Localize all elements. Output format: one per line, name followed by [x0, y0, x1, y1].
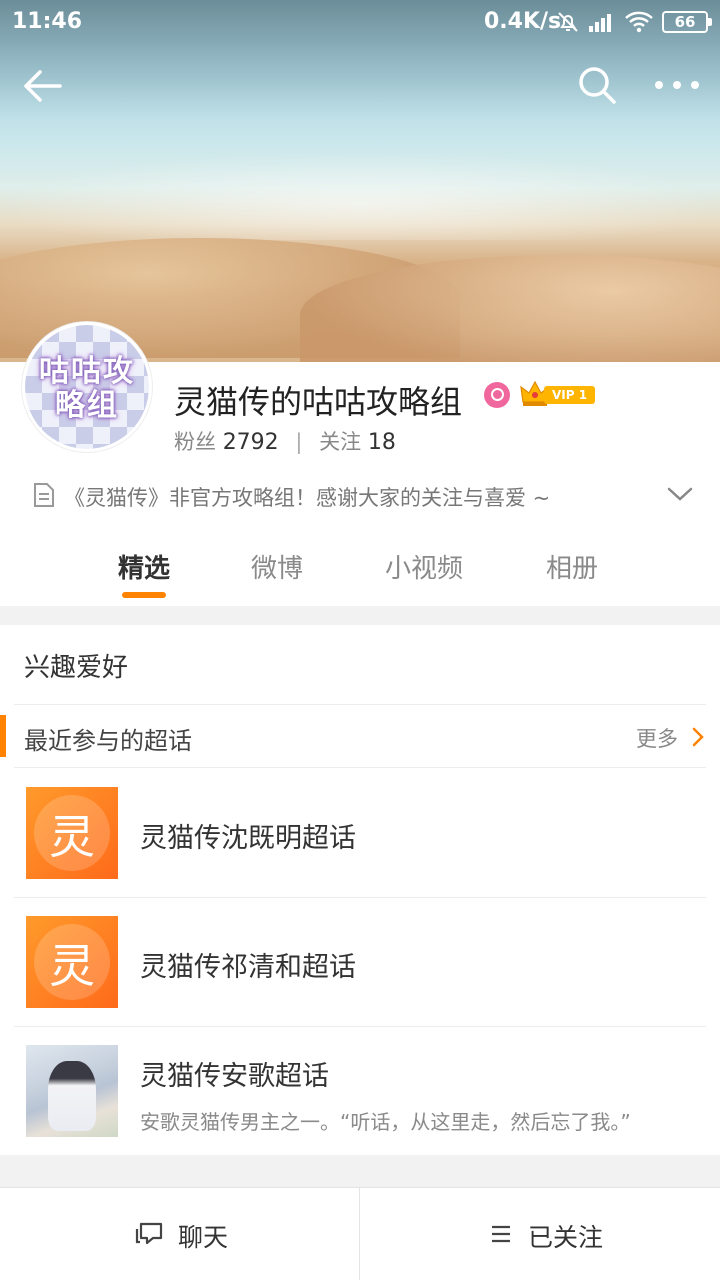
document-icon	[34, 483, 54, 507]
cover-sea	[0, 150, 720, 240]
profile-tabs: 精选 微博 小视频 相册	[0, 540, 720, 606]
topic-thumbnail: 灵	[26, 916, 118, 1008]
chat-label: 聊天	[178, 1223, 229, 1252]
tab-short-video[interactable]: 小视频	[385, 548, 463, 585]
section-title: 兴趣爱好	[24, 653, 129, 683]
signal-icon	[589, 14, 611, 32]
avatar[interactable]: 咕咕攻略组	[22, 322, 152, 452]
status-time: 11:46	[12, 9, 83, 34]
profile-stats: 粉丝 2792 | 关注 18	[174, 426, 396, 456]
thumbnail-char: 灵	[49, 810, 95, 864]
menu-icon	[492, 1225, 510, 1243]
chat-button[interactable]: 聊天	[0, 1188, 359, 1280]
fans-label: 粉丝	[174, 430, 216, 454]
cover-image	[0, 0, 720, 362]
super-topics-header[interactable]: 最近参与的超话 更多	[0, 705, 720, 767]
list-item[interactable]: 灵 灵猫传祁清和超话	[0, 897, 720, 1027]
topic-title: 灵猫传安歌超话	[140, 1061, 329, 1092]
profile-name: 灵猫传的咕咕攻略组	[174, 383, 463, 421]
battery-level: 66	[674, 13, 696, 31]
wifi-icon	[625, 11, 653, 33]
status-bar: 11:46 0.4K/s 66	[0, 0, 720, 44]
more-options-icon[interactable]	[654, 74, 700, 96]
back-arrow-icon[interactable]	[20, 64, 64, 108]
avatar-image: 咕咕攻略组	[25, 325, 149, 449]
following-label: 已关注	[528, 1223, 604, 1252]
fans-count[interactable]: 2792	[223, 430, 279, 455]
chat-icon	[135, 1222, 163, 1245]
chevron-right-icon[interactable]	[690, 727, 706, 747]
mute-bell-icon	[558, 12, 578, 32]
thumbnail-char: 灵	[49, 939, 95, 993]
list-item[interactable]: 灵猫传安歌超话 安歌灵猫传男主之一。“听话，从这里走，然后忘了我。”	[0, 1026, 720, 1156]
profile-bio: 《灵猫传》非官方攻略组！感谢大家的关注与喜爱 ~	[64, 486, 551, 510]
tab-album[interactable]: 相册	[546, 548, 598, 585]
list-item[interactable]: 灵 灵猫传沈既明超话	[0, 768, 720, 898]
super-topics-title: 最近参与的超话	[24, 727, 192, 755]
search-icon[interactable]	[576, 64, 618, 106]
accent-bar	[0, 715, 6, 757]
topic-description: 安歌灵猫传男主之一。“听话，从这里走，然后忘了我。”	[140, 1110, 631, 1134]
topic-thumbnail	[26, 1045, 118, 1137]
following-label: 关注	[319, 430, 362, 454]
active-tab-indicator	[122, 592, 166, 598]
stats-separator: |	[295, 430, 303, 454]
following-button[interactable]: 已关注	[360, 1188, 719, 1280]
tab-weibo[interactable]: 微博	[251, 548, 303, 585]
following-count[interactable]: 18	[368, 430, 396, 455]
topic-thumbnail: 灵	[26, 787, 118, 879]
thumbnail-figure	[48, 1061, 96, 1131]
network-speed: 0.4K/s	[484, 9, 562, 34]
topic-title: 灵猫传祁清和超话	[140, 952, 356, 983]
battery-indicator: 66	[662, 11, 712, 33]
avatar-text: 咕咕攻略组	[39, 354, 135, 423]
tab-featured[interactable]: 精选	[118, 548, 170, 585]
verified-badge-icon[interactable]	[484, 382, 510, 408]
more-link[interactable]: 更多	[636, 723, 678, 753]
chevron-down-icon[interactable]	[666, 484, 694, 504]
bottom-action-bar: 聊天 已关注	[0, 1187, 720, 1280]
vip-level: VIP 1	[544, 386, 596, 404]
topic-title: 灵猫传沈既明超话	[140, 823, 356, 854]
